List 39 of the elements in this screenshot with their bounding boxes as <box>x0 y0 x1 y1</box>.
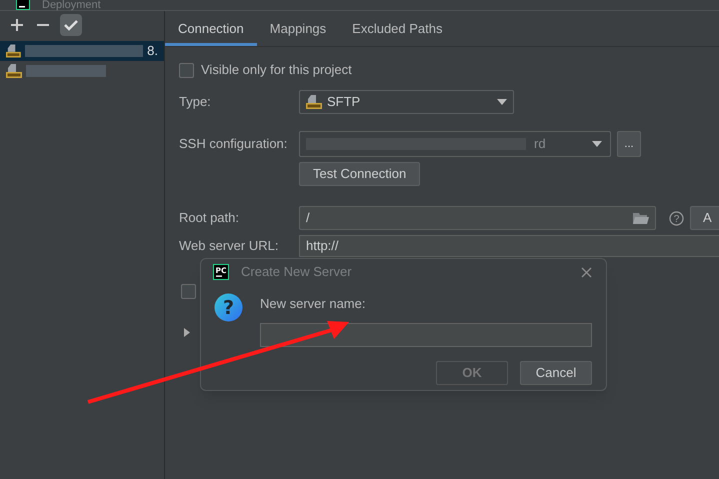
expand-arrow-icon[interactable] <box>184 328 190 336</box>
root-path-field[interactable]: / <box>299 206 656 230</box>
sftp-icon <box>306 94 322 110</box>
field-label: Type: <box>179 93 212 112</box>
server-name-fragment: 8. <box>147 42 158 60</box>
tab[interactable]: Mappings <box>256 15 340 46</box>
ssh-config-dropdown[interactable]: rd <box>299 131 611 157</box>
add-icon <box>11 19 23 31</box>
question-icon: ? <box>214 293 243 322</box>
dialog-button[interactable]: Cancel <box>520 360 592 384</box>
field-label: Web server URL: <box>179 237 280 256</box>
apply-button[interactable] <box>60 14 82 36</box>
dropdown-caret-icon <box>592 141 602 147</box>
help-icon[interactable]: ? <box>669 210 684 226</box>
app-logo-icon <box>16 0 30 10</box>
server-name-field[interactable] <box>260 322 592 346</box>
test-connection-button[interactable]: Test Connection <box>299 162 420 186</box>
server-list-item[interactable]: 8. <box>0 41 164 61</box>
checkbox-label: Visible only for this project <box>201 61 352 80</box>
field-label: Root path: <box>179 209 240 228</box>
tab[interactable]: Excluded Paths <box>339 15 456 46</box>
dialog-title: Create New Server <box>241 263 353 282</box>
web-server-url-field[interactable]: http:// <box>299 235 719 257</box>
sftp-icon <box>6 43 21 59</box>
checkbox[interactable] <box>181 284 196 298</box>
browse-button[interactable]: ... <box>617 131 641 157</box>
window-title: Deployment <box>42 0 101 10</box>
type-dropdown[interactable]: SFTP <box>299 90 514 114</box>
field-label: SSH configuration: <box>179 135 288 154</box>
add-button[interactable] <box>8 16 26 34</box>
side-button[interactable]: A <box>690 206 719 230</box>
tab[interactable]: Connection <box>165 15 257 46</box>
prompt-label: New server name: <box>260 295 366 313</box>
folder-icon <box>633 212 649 224</box>
checkbox[interactable] <box>179 62 194 78</box>
close-icon[interactable] <box>581 266 592 278</box>
sftp-icon <box>6 63 22 79</box>
dropdown-caret-icon <box>497 99 507 105</box>
check-icon <box>64 20 78 30</box>
